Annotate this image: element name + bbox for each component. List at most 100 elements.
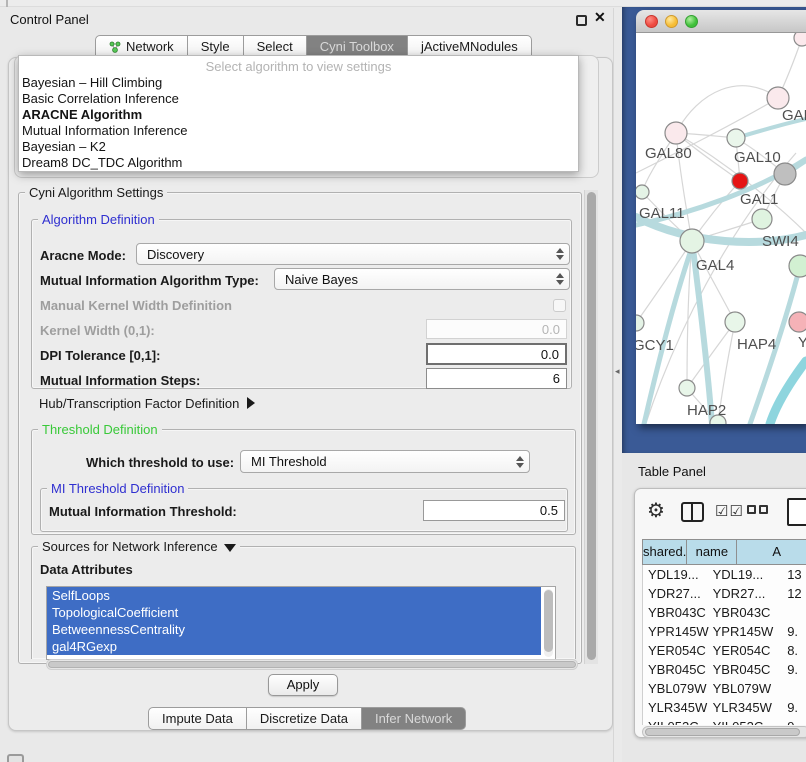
list-item[interactable]: BetweennessCentrality [47,621,541,638]
dropdown-item-bayesian-hill-climbing[interactable]: Bayesian – Hill Climbing [19,75,578,91]
apply-button[interactable]: Apply [268,674,338,696]
panel-splitter[interactable] [613,8,622,762]
network-node-label: GCY1 [636,337,674,354]
network-node-4[interactable] [732,173,748,189]
aracne-mode-label: Aracne Mode: [40,248,126,263]
splitter-collapse-icon[interactable]: ◂ [615,366,620,377]
minimize-window-icon[interactable] [665,15,678,28]
dropdown-item-basic-correlation[interactable]: Basic Correlation Inference [19,91,578,107]
kernel-width-field[interactable]: 0.0 [426,319,567,339]
table-row[interactable]: YBR045CYBR045C9. [643,660,806,679]
network-node-12[interactable] [789,312,806,332]
list-item[interactable]: SelfLoops [47,587,541,604]
table-cell [783,679,806,698]
dpi-tolerance-field[interactable]: 0.0 [426,343,567,365]
network-node-1[interactable] [767,87,789,109]
table-cell: 9. [783,698,806,717]
manual-kernel-checkbox[interactable] [553,299,566,312]
combo-spinner-icon [556,248,564,260]
mi-steps-field[interactable]: 6 [426,368,567,389]
tab-network-label: Network [126,36,174,57]
network-node-6[interactable] [636,185,649,199]
network-node-8[interactable] [680,229,704,253]
which-threshold-combo[interactable]: MI Threshold [240,450,530,473]
table-card: ⚙ ☑☑ shared... name A YDL19...YDL19...13… [634,488,806,738]
network-window-titlebar[interactable] [636,10,806,33]
scrollbar-thumb[interactable] [645,728,800,736]
close-window-icon[interactable] [645,15,658,28]
network-node-7[interactable] [752,209,772,229]
top-strip [0,0,806,7]
table-panel-region: Table Panel ⚙ ☑☑ shared... name A YDL19.… [622,453,806,762]
network-node-9[interactable] [789,255,806,277]
network-canvas[interactable]: GALGAL80GAL10GAL1GAL11SWI4GAL4GCY1HAP4YH… [636,33,806,424]
select-all-checkboxes-icon[interactable]: ☑☑ [715,502,744,520]
network-view-window: GALGAL80GAL10GAL1GAL11SWI4GAL4GCY1HAP4YH… [636,10,806,424]
dpi-tolerance-label: DPI Tolerance [0,1]: [40,348,160,363]
combo-spinner-icon [516,456,524,468]
network-node-2[interactable] [665,122,687,144]
bottom-tabbar: Impute Data Discretize Data Infer Networ… [148,707,466,730]
table-cell: YDR27... [709,584,784,603]
algorithm-dropdown-popup: Select algorithm to view settings Bayesi… [18,55,579,172]
network-node-5[interactable] [774,163,796,185]
tab-infer-network[interactable]: Infer Network [362,707,466,730]
list-item[interactable]: TopologicalCoefficient [47,604,541,621]
sources-toggle[interactable]: Sources for Network Inference [38,539,240,554]
table-cell: 12 [783,584,806,603]
network-node-0[interactable] [794,33,806,46]
column-header-shared-name[interactable]: shared... [642,539,686,565]
network-node-11[interactable] [725,312,745,332]
table-row[interactable]: YDR27...YDR27...12 [643,584,806,603]
table-cell: 9. [783,660,806,679]
table-row[interactable]: YIL052CYIL052C9 [643,717,806,725]
table-cell: YLR345W [709,698,784,717]
close-panel-icon[interactable]: ✕ [594,9,606,26]
table-cell: YBR045C [709,660,784,679]
table-row[interactable]: YER054CYER054C8. [643,641,806,660]
table-cell: 13 [783,565,806,584]
network-node-3[interactable] [727,129,745,147]
mi-threshold-field[interactable]: 0.5 [423,500,565,521]
column-header-partial[interactable]: A [736,539,806,565]
mi-threshold-definition-title: MI Threshold Definition [47,481,188,496]
columns-icon[interactable] [681,502,704,522]
table-cell: 9. [783,622,806,641]
tab-impute-data[interactable]: Impute Data [148,707,247,730]
table-cell: YBL079W [643,679,709,698]
zoom-window-icon[interactable] [685,15,698,28]
aracne-mode-combo[interactable]: Discovery [136,243,570,265]
mi-algorithm-type-combo[interactable]: Naive Bayes [274,268,570,290]
list-item[interactable]: gal4RGexp [47,638,541,655]
table-row[interactable]: YPR145WYPR145W9. [643,622,806,641]
scrollbar-thumb[interactable] [544,590,553,652]
hub-definition-toggle[interactable]: Hub/Transcription Factor Definition [39,396,255,411]
table-cell: 9 [783,717,806,725]
table-cell: YPR145W [643,622,709,641]
scrollbar-thumb[interactable] [48,661,576,668]
dropdown-item-bayesian-k2[interactable]: Bayesian – K2 [19,139,578,155]
column-header-name[interactable]: name [686,539,736,565]
gear-icon[interactable]: ⚙ [647,501,665,521]
settings-vertical-scrollbar[interactable] [584,190,598,664]
float-panel-icon[interactable] [576,15,587,26]
settings-horizontal-scrollbar[interactable] [46,659,578,670]
table-horizontal-scrollbar[interactable] [642,726,806,738]
top-strip-mark [6,0,8,7]
table-row[interactable]: YBL079WYBL079W [643,679,806,698]
table-row[interactable]: YDL19...YDL19...13 [643,565,806,584]
table-row[interactable]: YBR043CYBR043C [643,603,806,622]
dropdown-item-dream8[interactable]: Dream8 DC_TDC Algorithm [19,155,578,171]
tab-discretize-data[interactable]: Discretize Data [247,707,362,730]
table-row[interactable]: YLR345WYLR345W9. [643,698,806,717]
export-table-icon[interactable] [787,498,806,526]
deselect-all-checkboxes-icon[interactable] [747,505,768,514]
threshold-definition-group: Threshold Definition Which threshold to … [31,429,576,535]
network-node-13[interactable] [679,380,695,396]
network-node-label: Y [798,334,806,351]
list-vertical-scrollbar[interactable] [544,589,553,657]
network-node-10[interactable] [636,315,644,331]
scrollbar-thumb[interactable] [587,192,596,660]
dropdown-item-aracne[interactable]: ARACNE Algorithm [19,107,578,123]
dropdown-item-mutual-information[interactable]: Mutual Information Inference [19,123,578,139]
